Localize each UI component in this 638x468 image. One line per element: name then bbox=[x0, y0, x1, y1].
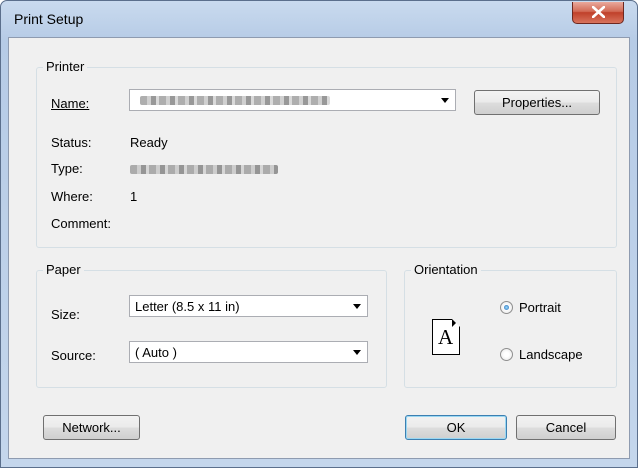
preview-glyph: A bbox=[438, 325, 454, 349]
ok-button[interactable]: OK bbox=[405, 415, 507, 440]
orientation-group-label: Orientation bbox=[411, 262, 481, 277]
comment-label: Comment: bbox=[51, 216, 111, 231]
status-label: Status: bbox=[51, 135, 92, 150]
window-title: Print Setup bbox=[14, 11, 84, 27]
cancel-button[interactable]: Cancel bbox=[516, 415, 616, 440]
network-button[interactable]: Network... bbox=[43, 415, 140, 440]
printer-name-value-redacted bbox=[140, 96, 330, 105]
close-button[interactable] bbox=[572, 2, 624, 24]
paper-group-label: Paper bbox=[43, 262, 84, 277]
paper-size-value: Letter (8.5 x 11 in) bbox=[135, 299, 240, 314]
landscape-label[interactable]: Landscape bbox=[519, 347, 583, 362]
paper-source-value: ( Auto ) bbox=[135, 345, 177, 360]
paper-source-select[interactable]: ( Auto ) bbox=[129, 341, 368, 363]
portrait-preview-icon: A bbox=[432, 319, 460, 355]
where-label: Where: bbox=[51, 189, 93, 204]
where-value: 1 bbox=[130, 189, 138, 204]
portrait-label[interactable]: Portrait bbox=[519, 300, 561, 315]
type-value-redacted bbox=[130, 165, 278, 174]
chevron-down-icon bbox=[353, 350, 361, 355]
paper-size-select[interactable]: Letter (8.5 x 11 in) bbox=[129, 295, 368, 317]
paper-size-label: Size: bbox=[51, 307, 80, 322]
chevron-down-icon bbox=[353, 304, 361, 309]
properties-button[interactable]: Properties... bbox=[474, 90, 600, 115]
portrait-radio[interactable] bbox=[500, 301, 513, 314]
landscape-radio[interactable] bbox=[500, 348, 513, 361]
paper-source-label: Source: bbox=[51, 348, 96, 363]
close-icon bbox=[592, 6, 605, 18]
status-value: Ready bbox=[130, 135, 168, 150]
chevron-down-icon bbox=[441, 98, 449, 103]
paper-group: Paper bbox=[36, 262, 387, 388]
type-label: Type: bbox=[51, 161, 83, 176]
printer-name-select[interactable] bbox=[129, 89, 456, 111]
printer-name-label: Name: bbox=[51, 96, 90, 111]
printer-group-label: Printer bbox=[43, 59, 88, 74]
